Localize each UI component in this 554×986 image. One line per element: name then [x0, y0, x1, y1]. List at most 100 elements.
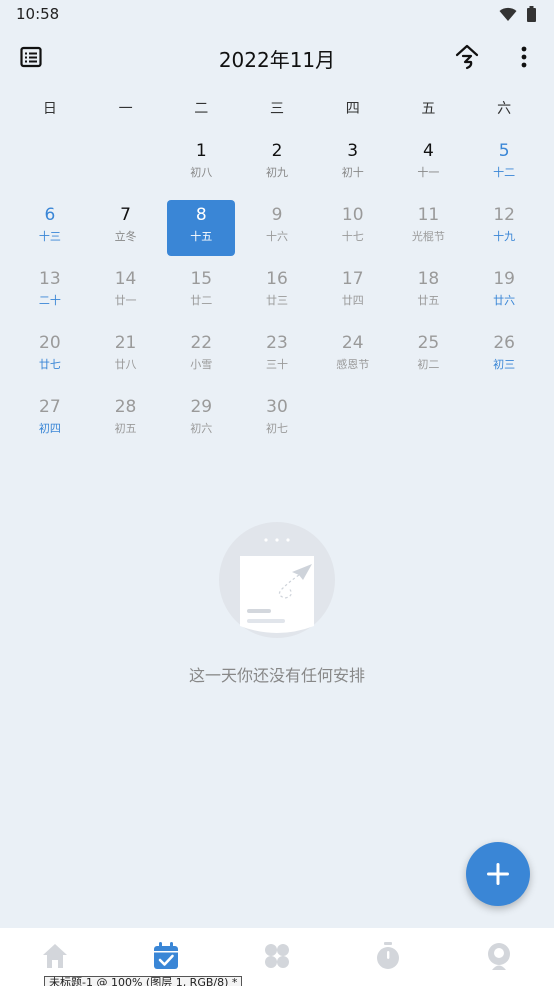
lunar-label: 廿一	[114, 294, 137, 307]
lunar-label: 二十	[38, 294, 61, 307]
lunar-label: 初四	[38, 422, 61, 435]
lunar-label: 廿二	[190, 294, 213, 307]
calendar-day-4[interactable]: 4 十一	[391, 135, 467, 199]
lunar-label: 初五	[114, 422, 137, 435]
day-number: 19	[493, 269, 515, 289]
calendar-day-15[interactable]: 15 廿二	[163, 263, 239, 327]
calendar-day-24[interactable]: 24 感恩节	[315, 327, 391, 391]
calendar-day-16[interactable]: 16 廿三	[239, 263, 315, 327]
calendar-day-18[interactable]: 18 廿五	[391, 263, 467, 327]
app-header: 2022年11月	[0, 34, 554, 80]
calendar-day-19[interactable]: 19 廿六	[466, 263, 542, 327]
calendar-day-30[interactable]: 30 初七	[239, 391, 315, 455]
lunar-label: 十六	[265, 230, 288, 243]
day-number: 1	[195, 141, 207, 161]
day-number: 10	[341, 205, 364, 225]
calendar-day-9[interactable]: 9 十六	[239, 199, 315, 263]
lunar-label: 廿三	[265, 294, 288, 307]
day-number: 5	[498, 141, 510, 161]
calendar-day-11[interactable]: 11 光棍节	[391, 199, 467, 263]
calendar-day-27[interactable]: 27 初四	[12, 391, 88, 455]
day-number: 29	[190, 397, 213, 417]
calendar-day-23[interactable]: 23 三十	[239, 327, 315, 391]
lunar-label: 十九	[493, 230, 516, 243]
lunar-label: 十七	[341, 230, 364, 243]
weekday-header: 日 一 二 三 四 五 六	[12, 98, 542, 120]
lunar-label: 小雪	[190, 358, 213, 371]
day-number: 17	[341, 269, 364, 289]
lunar-label: 三十	[265, 358, 288, 371]
day-number: 13	[39, 269, 61, 289]
weekday-label: 五	[421, 101, 436, 117]
lunar-label: 初八	[190, 166, 213, 179]
calendar-day-17[interactable]: 17 廿四	[315, 263, 391, 327]
calendar-day-26[interactable]: 26 初三	[466, 327, 542, 391]
lunar-label: 初三	[493, 358, 516, 371]
lunar-label: 廿五	[417, 294, 440, 307]
day-background	[16, 136, 84, 192]
calendar-day-10[interactable]: 10 十七	[315, 199, 391, 263]
lunar-label: 廿八	[114, 358, 137, 371]
calendar-day-8[interactable]: 8 十五	[163, 199, 239, 263]
calendar-day-1[interactable]: 1 初八	[163, 135, 239, 199]
window-title-tooltip: 未标题-1 @ 100% (图层 1, RGB/8) *	[44, 976, 243, 986]
day-number: 2	[271, 141, 283, 161]
lunar-label: 廿七	[38, 358, 61, 371]
calendar-day-21[interactable]: 21 廿八	[88, 327, 164, 391]
calendar-day-6[interactable]: 6 十三	[12, 199, 88, 263]
day-number: 24	[341, 333, 364, 353]
nav-profile[interactable]	[443, 928, 554, 986]
day-number: 11	[417, 205, 440, 225]
weekday-label: 三	[269, 101, 284, 117]
status-bar: 10:58	[0, 0, 554, 28]
lunar-label: 廿六	[493, 294, 516, 307]
weekday-label: 四	[345, 101, 360, 117]
lunar-label: 初十	[341, 166, 364, 179]
day-number: 7	[120, 205, 131, 225]
day-number: 6	[44, 205, 56, 225]
day-number: 23	[266, 333, 288, 353]
calendar-day-3[interactable]: 3 初十	[315, 135, 391, 199]
calendar-day-12[interactable]: 12 十九	[466, 199, 542, 263]
empty-illustration	[219, 522, 335, 638]
calendar-day-empty	[12, 135, 88, 199]
more-vert-icon[interactable]	[518, 44, 530, 70]
weekday-label: 二	[194, 101, 209, 117]
calendar-day-2[interactable]: 2 初九	[239, 135, 315, 199]
calendar-day-28[interactable]: 28 初五	[88, 391, 164, 455]
weekday-label: 六	[497, 101, 512, 117]
calendar-day-20[interactable]: 20 廿七	[12, 327, 88, 391]
nav-timer[interactable]	[332, 928, 443, 986]
calendar-day-5[interactable]: 5 十二	[466, 135, 542, 199]
today-icon[interactable]	[454, 44, 480, 70]
add-event-button[interactable]	[466, 842, 530, 906]
day-number: 22	[190, 333, 213, 353]
day-number: 15	[190, 269, 213, 289]
day-number: 21	[114, 333, 137, 353]
calendar-day-14[interactable]: 14 廿一	[88, 263, 164, 327]
day-number: 18	[417, 269, 440, 289]
lunar-label: 立冬	[114, 230, 137, 243]
calendar-day-13[interactable]: 13 二十	[12, 263, 88, 327]
wifi-icon	[499, 7, 517, 21]
day-number: 14	[114, 269, 137, 289]
lunar-label: 初七	[265, 422, 288, 435]
day-number: 25	[417, 333, 440, 353]
calendar-day-7[interactable]: 7 立冬	[88, 199, 164, 263]
lunar-label: 感恩节	[336, 358, 370, 371]
day-number: 9	[271, 205, 283, 225]
day-number: 8	[195, 205, 207, 225]
calendar-day-29[interactable]: 29 初六	[163, 391, 239, 455]
weekday-label: 日	[42, 101, 57, 117]
day-number: 4	[423, 141, 434, 161]
lunar-label: 廿四	[341, 294, 364, 307]
day-number: 27	[39, 397, 61, 417]
day-number: 26	[493, 333, 515, 353]
calendar-day-empty	[88, 135, 164, 199]
battery-icon	[527, 6, 536, 22]
lunar-label: 十二	[493, 166, 516, 179]
calendar-day-22[interactable]: 22 小雪	[163, 327, 239, 391]
weekday-label: 一	[118, 101, 133, 117]
day-background	[92, 136, 160, 192]
calendar-day-25[interactable]: 25 初二	[391, 327, 467, 391]
